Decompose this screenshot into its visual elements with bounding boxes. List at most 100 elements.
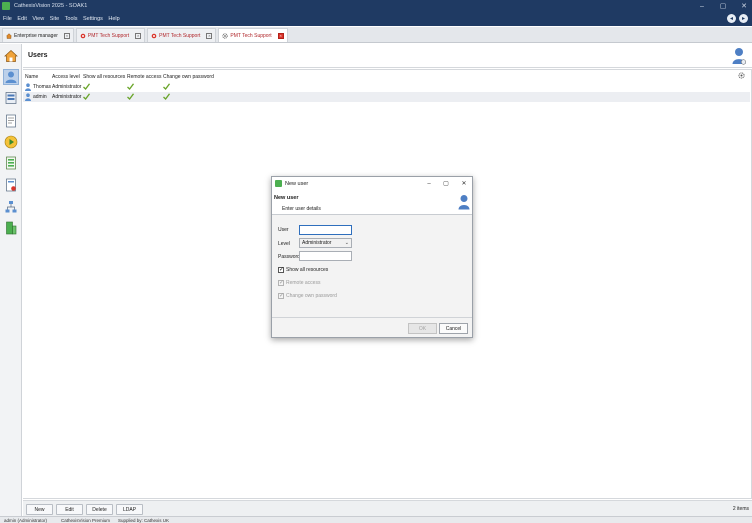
close-tab-icon[interactable]: × [206,32,213,39]
checkbox-label: Change own password [286,293,337,299]
database-icon [6,221,17,235]
toolbar-alarms-button[interactable] [3,177,19,193]
cell-access-level: Administrator [52,94,82,100]
column-show-all-resources[interactable]: Show all resources [83,74,125,80]
remote-access-checkbox[interactable]: Remote access [278,279,321,286]
tab-pmt-tech-support-2[interactable]: PMT Tech Support × [147,28,217,42]
ldap-button[interactable]: LDAP [116,504,143,515]
users-action-bar: New Edit Delete LDAP 2 items [23,500,752,516]
show-all-resources-checkbox[interactable]: Show all resources [278,266,329,273]
table-row[interactable]: Thomas Administrator [23,82,750,92]
items-count: 2 items [732,506,749,512]
server-icon [5,92,17,104]
column-remote-access[interactable]: Remote access [127,74,161,80]
tab-label: PMT Tech Support [159,32,201,39]
password-label: Password [278,254,300,260]
edit-button[interactable]: Edit [56,504,83,515]
table-header: Name Access level Show all resources Rem… [23,73,752,82]
close-window-button[interactable]: ✕ [734,0,752,12]
toolbar-play-button[interactable] [3,134,19,150]
toolbar-users-button[interactable] [3,69,19,85]
toolbar-database-button[interactable] [3,220,19,236]
menu-tools[interactable]: Tools [65,16,78,22]
checkbox-label: Remote access [286,280,321,286]
dialog-subheading: Enter user details [282,206,321,212]
dialog-maximize-button[interactable]: ▢ [439,177,453,190]
checkbox-box [278,266,284,273]
forward-icon[interactable]: ▸ [739,14,748,23]
app-logo-icon [275,180,282,187]
change-own-password-checkbox[interactable]: Change own password [278,292,337,299]
checkmark-icon [127,93,134,100]
level-select[interactable]: Administrator ⌄ [299,238,352,248]
house-icon [6,32,12,39]
level-select-value: Administrator [302,240,332,246]
left-toolbar [0,44,22,516]
checkbox-box [278,279,284,286]
app-logo-icon [2,2,10,10]
table-settings-icon[interactable] [738,72,745,79]
tab-label: PMT Tech Support [87,32,130,39]
cell-name: Thomas [33,84,52,90]
password-input[interactable] [299,251,352,261]
minimize-button[interactable]: – [692,0,712,12]
dialog-title-bar: New user – ▢ ✕ [272,177,472,190]
menu-file[interactable]: File [3,16,12,22]
cancel-button[interactable]: Cancel [439,323,468,334]
menu-view[interactable]: View [32,16,44,22]
user-input[interactable] [299,225,352,235]
menu-settings[interactable]: Settings [83,16,103,22]
dialog-close-button[interactable]: ✕ [457,177,471,190]
toolbar-servers-button[interactable] [3,90,19,106]
column-name[interactable]: Name [25,74,38,80]
tab-label: PMT Tech Support [230,32,272,39]
status-user: admin (Administrator) [4,517,48,523]
checkbox-label: Show all resources [286,267,329,273]
site-icon [151,33,157,38]
toolbar-home-button[interactable] [3,48,19,64]
status-supplier: Supplied by: Cathexis UK [117,517,169,523]
user-icon [25,83,31,91]
checkbox-box [278,292,284,299]
user-icon [458,195,470,210]
dialog-footer: OK Cancel [272,317,472,337]
toolbar-cameras-button[interactable] [3,155,19,171]
tab-label: Enterprise manager [14,32,58,39]
tab-pmt-tech-support-3[interactable]: PMT Tech Support × [218,28,288,42]
user-icon [25,93,31,101]
menu-bar: File Edit View Site Tools Settings Help … [0,12,752,26]
chevron-down-icon: ⌄ [344,240,349,246]
status-bar: admin (Administrator) CathexisVision Pre… [0,516,752,523]
delete-button[interactable]: Delete [86,504,113,515]
maximize-button[interactable]: ▢ [713,0,733,12]
users-header: Users [23,44,752,68]
site-icon [80,33,86,38]
tab-enterprise-manager[interactable]: Enterprise manager × [2,28,74,42]
column-access-level[interactable]: Access level [52,74,80,80]
dialog-header: New user Enter user details [272,190,472,215]
dialog-minimize-button[interactable]: – [422,177,436,190]
tab-pmt-tech-support-1[interactable]: PMT Tech Support × [75,28,146,42]
column-change-own-password[interactable]: Change own password [163,74,214,80]
close-tab-icon[interactable]: × [277,32,284,39]
new-button[interactable]: New [26,504,53,515]
menu-help[interactable]: Help [108,16,119,22]
menu-site[interactable]: Site [50,16,59,22]
page-title: Users [28,52,48,59]
alarm-document-icon [6,178,16,192]
checkmark-icon [83,93,90,100]
close-tab-icon[interactable]: × [135,32,142,39]
toolbar-network-button[interactable] [3,199,19,215]
table-row[interactable]: admin Administrator [23,92,750,102]
back-icon[interactable]: ◂ [727,14,736,23]
ok-button[interactable]: OK [408,323,437,334]
cell-name: admin [33,94,47,100]
dialog-heading: New user [274,195,299,201]
toolbar-reports-button[interactable] [3,113,19,129]
status-product: CathexisVision Premium [61,517,110,523]
checkmark-icon [127,83,134,90]
house-icon [4,50,18,62]
close-tab-icon[interactable]: × [63,32,70,39]
menu-edit[interactable]: Edit [17,16,26,22]
level-label: Level [278,241,290,247]
